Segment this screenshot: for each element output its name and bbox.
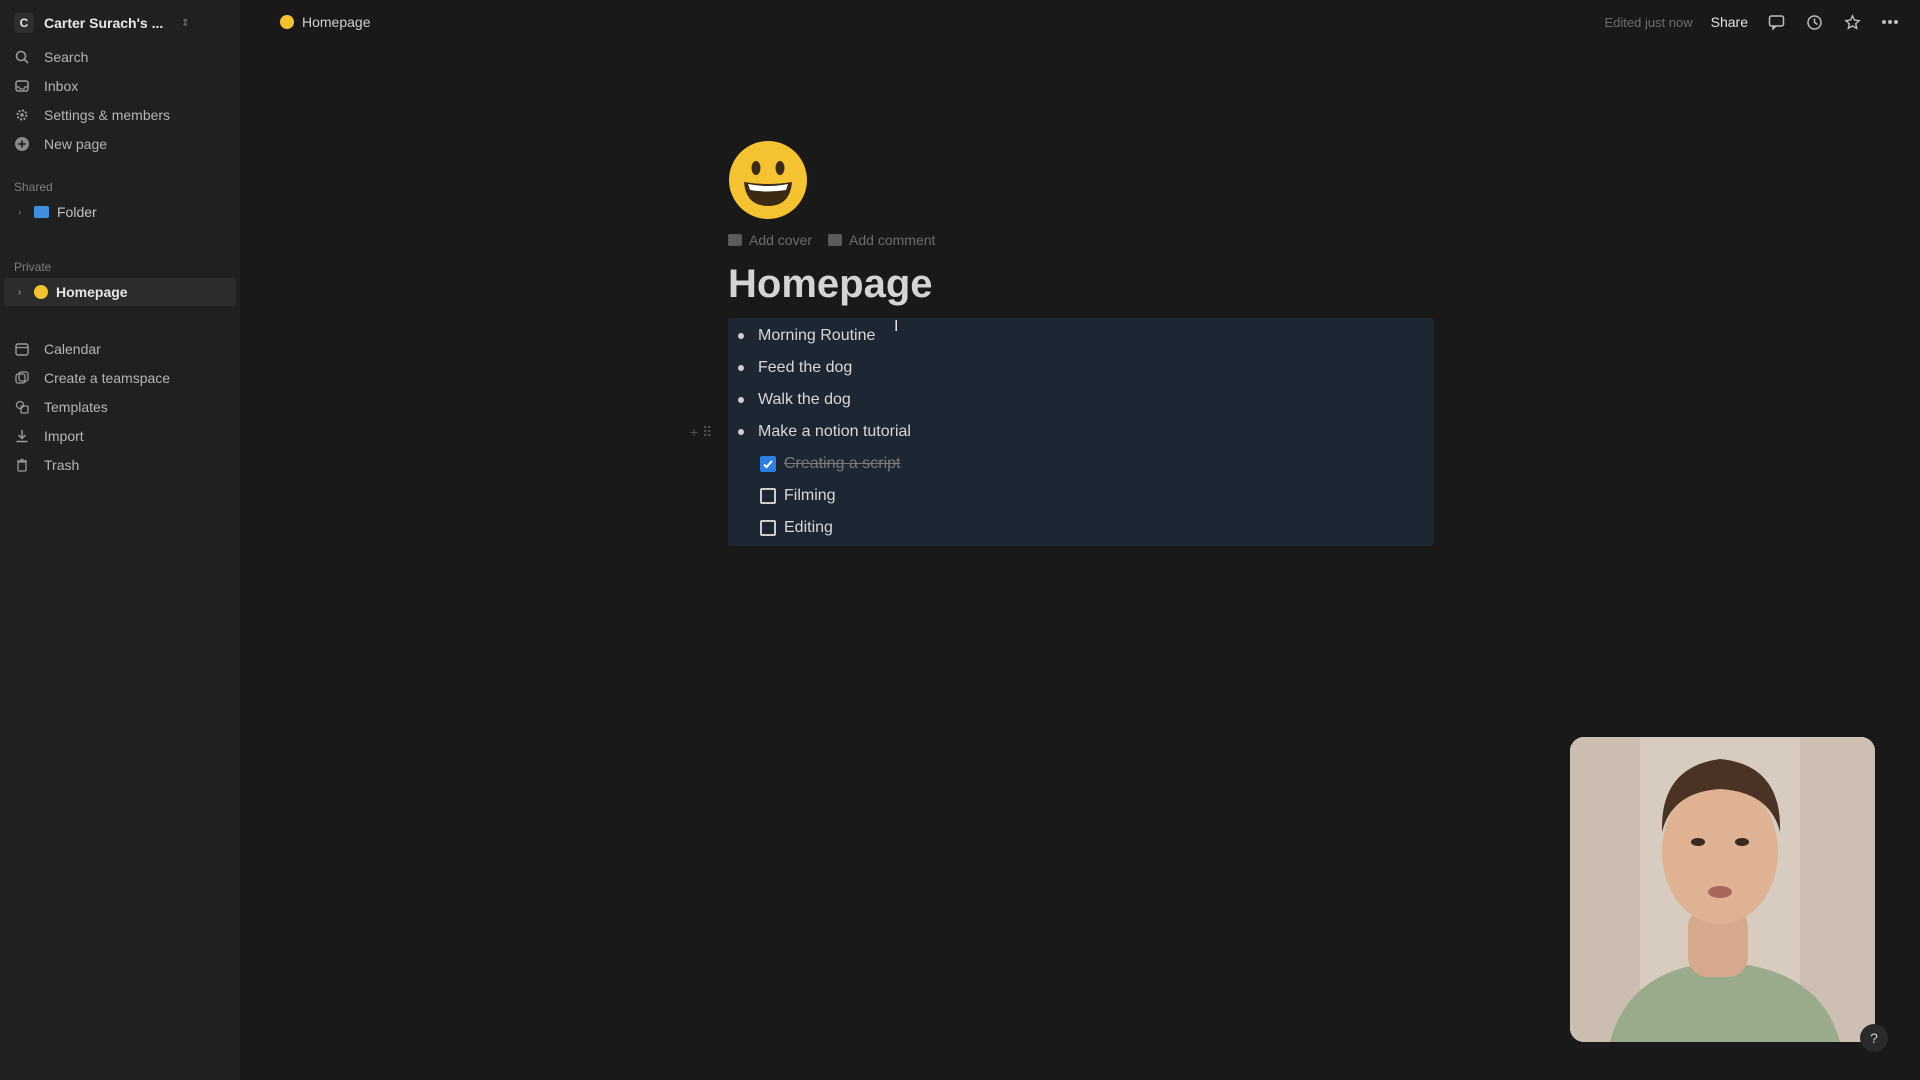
templates-icon (14, 399, 30, 415)
webcam-overlay (1570, 737, 1875, 1042)
todo-item[interactable]: Editing (728, 512, 1434, 544)
sidebar-item-label: Folder (57, 204, 97, 220)
sidebar-item-label: New page (44, 135, 108, 152)
text-cursor-icon: I (894, 318, 899, 335)
sidebar-item-label: Search (44, 48, 89, 65)
section-label-shared: Shared (14, 180, 53, 194)
workspace-avatar: C (14, 13, 34, 33)
add-cover-label: Add cover (749, 232, 813, 248)
sidebar-item-label: Inbox (44, 77, 79, 94)
list-item-text[interactable]: Feed the dog (758, 359, 852, 377)
workspace-name: Carter Surach's ... (44, 15, 164, 31)
topbar-actions: Edited just now Share (1604, 12, 1900, 32)
sidebar-item-settings[interactable]: Settings & members (0, 100, 240, 129)
selected-blocks: Morning Routine Feed the dog Walk the do… (690, 318, 1434, 546)
teamspace-icon (14, 370, 30, 386)
sidebar: C Carter Surach's ... ⇕ Search Inbox Set… (0, 0, 240, 1080)
breadcrumb[interactable]: Homepage (280, 14, 371, 30)
inbox-icon (14, 78, 30, 94)
plus-circle-icon (14, 136, 30, 152)
gear-icon (14, 107, 30, 123)
sidebar-item-label: Trash (44, 456, 80, 473)
breadcrumb-label: Homepage (302, 14, 371, 30)
sidebar-item-search[interactable]: Search (0, 42, 240, 71)
folder-icon (34, 206, 49, 218)
sidebar-item-label: Homepage (56, 284, 128, 300)
todo-item[interactable]: Filming (728, 480, 1434, 512)
sidebar-item-new-page[interactable]: New page (0, 129, 240, 158)
bullet-icon (738, 429, 744, 435)
sidebar-item-templates[interactable]: Templates (0, 392, 240, 421)
page-actions: Add cover Add comment (728, 232, 1434, 248)
sidebar-item-calendar[interactable]: Calendar (0, 334, 240, 363)
list-item[interactable]: Morning Routine (728, 320, 1434, 352)
sidebar-item-trash[interactable]: Trash (0, 450, 240, 479)
list-item-text[interactable]: Walk the dog (758, 391, 851, 409)
sidebar-item-label: Settings & members (44, 106, 171, 123)
list-item-text[interactable]: Morning Routine (758, 327, 875, 345)
todo-text[interactable]: Creating a script (784, 455, 901, 473)
checkbox[interactable] (760, 520, 776, 536)
search-icon (14, 49, 30, 65)
bullet-icon (738, 397, 744, 403)
todo-item[interactable]: Creating a script (728, 448, 1434, 480)
more-options-icon[interactable] (1880, 12, 1900, 32)
share-button[interactable]: Share (1711, 14, 1748, 30)
star-icon[interactable] (1842, 12, 1862, 32)
list-item[interactable]: Feed the dog (728, 352, 1434, 384)
list-item[interactable]: Walk the dog (728, 384, 1434, 416)
bullet-icon (738, 333, 744, 339)
calendar-icon (14, 341, 30, 357)
page-emoji-icon[interactable] (728, 140, 808, 220)
chevron-right-icon[interactable]: › (18, 287, 28, 298)
list-item[interactable]: + ⠿ Make a notion tutorial (690, 416, 1434, 448)
import-icon (14, 428, 30, 444)
sidebar-item-import[interactable]: Import (0, 421, 240, 450)
add-comment-button[interactable]: Add comment (828, 232, 935, 248)
edited-status: Edited just now (1604, 14, 1693, 30)
chevron-up-down-icon: ⇕ (181, 17, 190, 29)
drag-handle-icon[interactable]: + ⠿ (690, 424, 712, 441)
history-clock-icon[interactable] (1804, 12, 1824, 32)
add-cover-button[interactable]: Add cover (728, 232, 812, 248)
todo-text[interactable]: Filming (784, 487, 836, 505)
trash-icon (14, 457, 30, 473)
sidebar-item-inbox[interactable]: Inbox (0, 71, 240, 100)
bullet-icon (738, 365, 744, 371)
workspace-switcher[interactable]: C Carter Surach's ... ⇕ (0, 8, 240, 38)
section-label-private: Private (14, 260, 52, 274)
checkbox-checked[interactable] (760, 456, 776, 472)
page-title[interactable]: Homepage (728, 262, 1434, 312)
chevron-right-icon[interactable]: › (18, 207, 28, 218)
sidebar-item-label: Import (44, 427, 84, 444)
sidebar-item-label: Create a teamspace (44, 369, 171, 386)
smiley-emoji-icon (34, 285, 48, 299)
smiley-emoji-icon (280, 15, 294, 29)
sidebar-item-homepage[interactable]: › Homepage (4, 278, 236, 306)
list-item-text[interactable]: Make a notion tutorial (758, 423, 911, 441)
help-button[interactable]: ? (1860, 1024, 1888, 1052)
sidebar-item-label: Templates (44, 398, 108, 415)
sidebar-item-folder[interactable]: › Folder (4, 198, 236, 226)
add-comment-label: Add comment (849, 232, 936, 248)
topbar: Homepage Edited just now Share (240, 0, 1920, 44)
image-icon (728, 234, 742, 246)
todo-text[interactable]: Editing (784, 519, 833, 537)
comment-icon (828, 234, 843, 246)
page-content: Add cover Add comment Homepage Morning R… (690, 140, 1434, 546)
sidebar-item-create-teamspace[interactable]: Create a teamspace (0, 363, 240, 392)
comment-icon[interactable] (1766, 12, 1786, 32)
checkbox[interactable] (760, 488, 776, 504)
sidebar-item-label: Calendar (44, 340, 101, 357)
